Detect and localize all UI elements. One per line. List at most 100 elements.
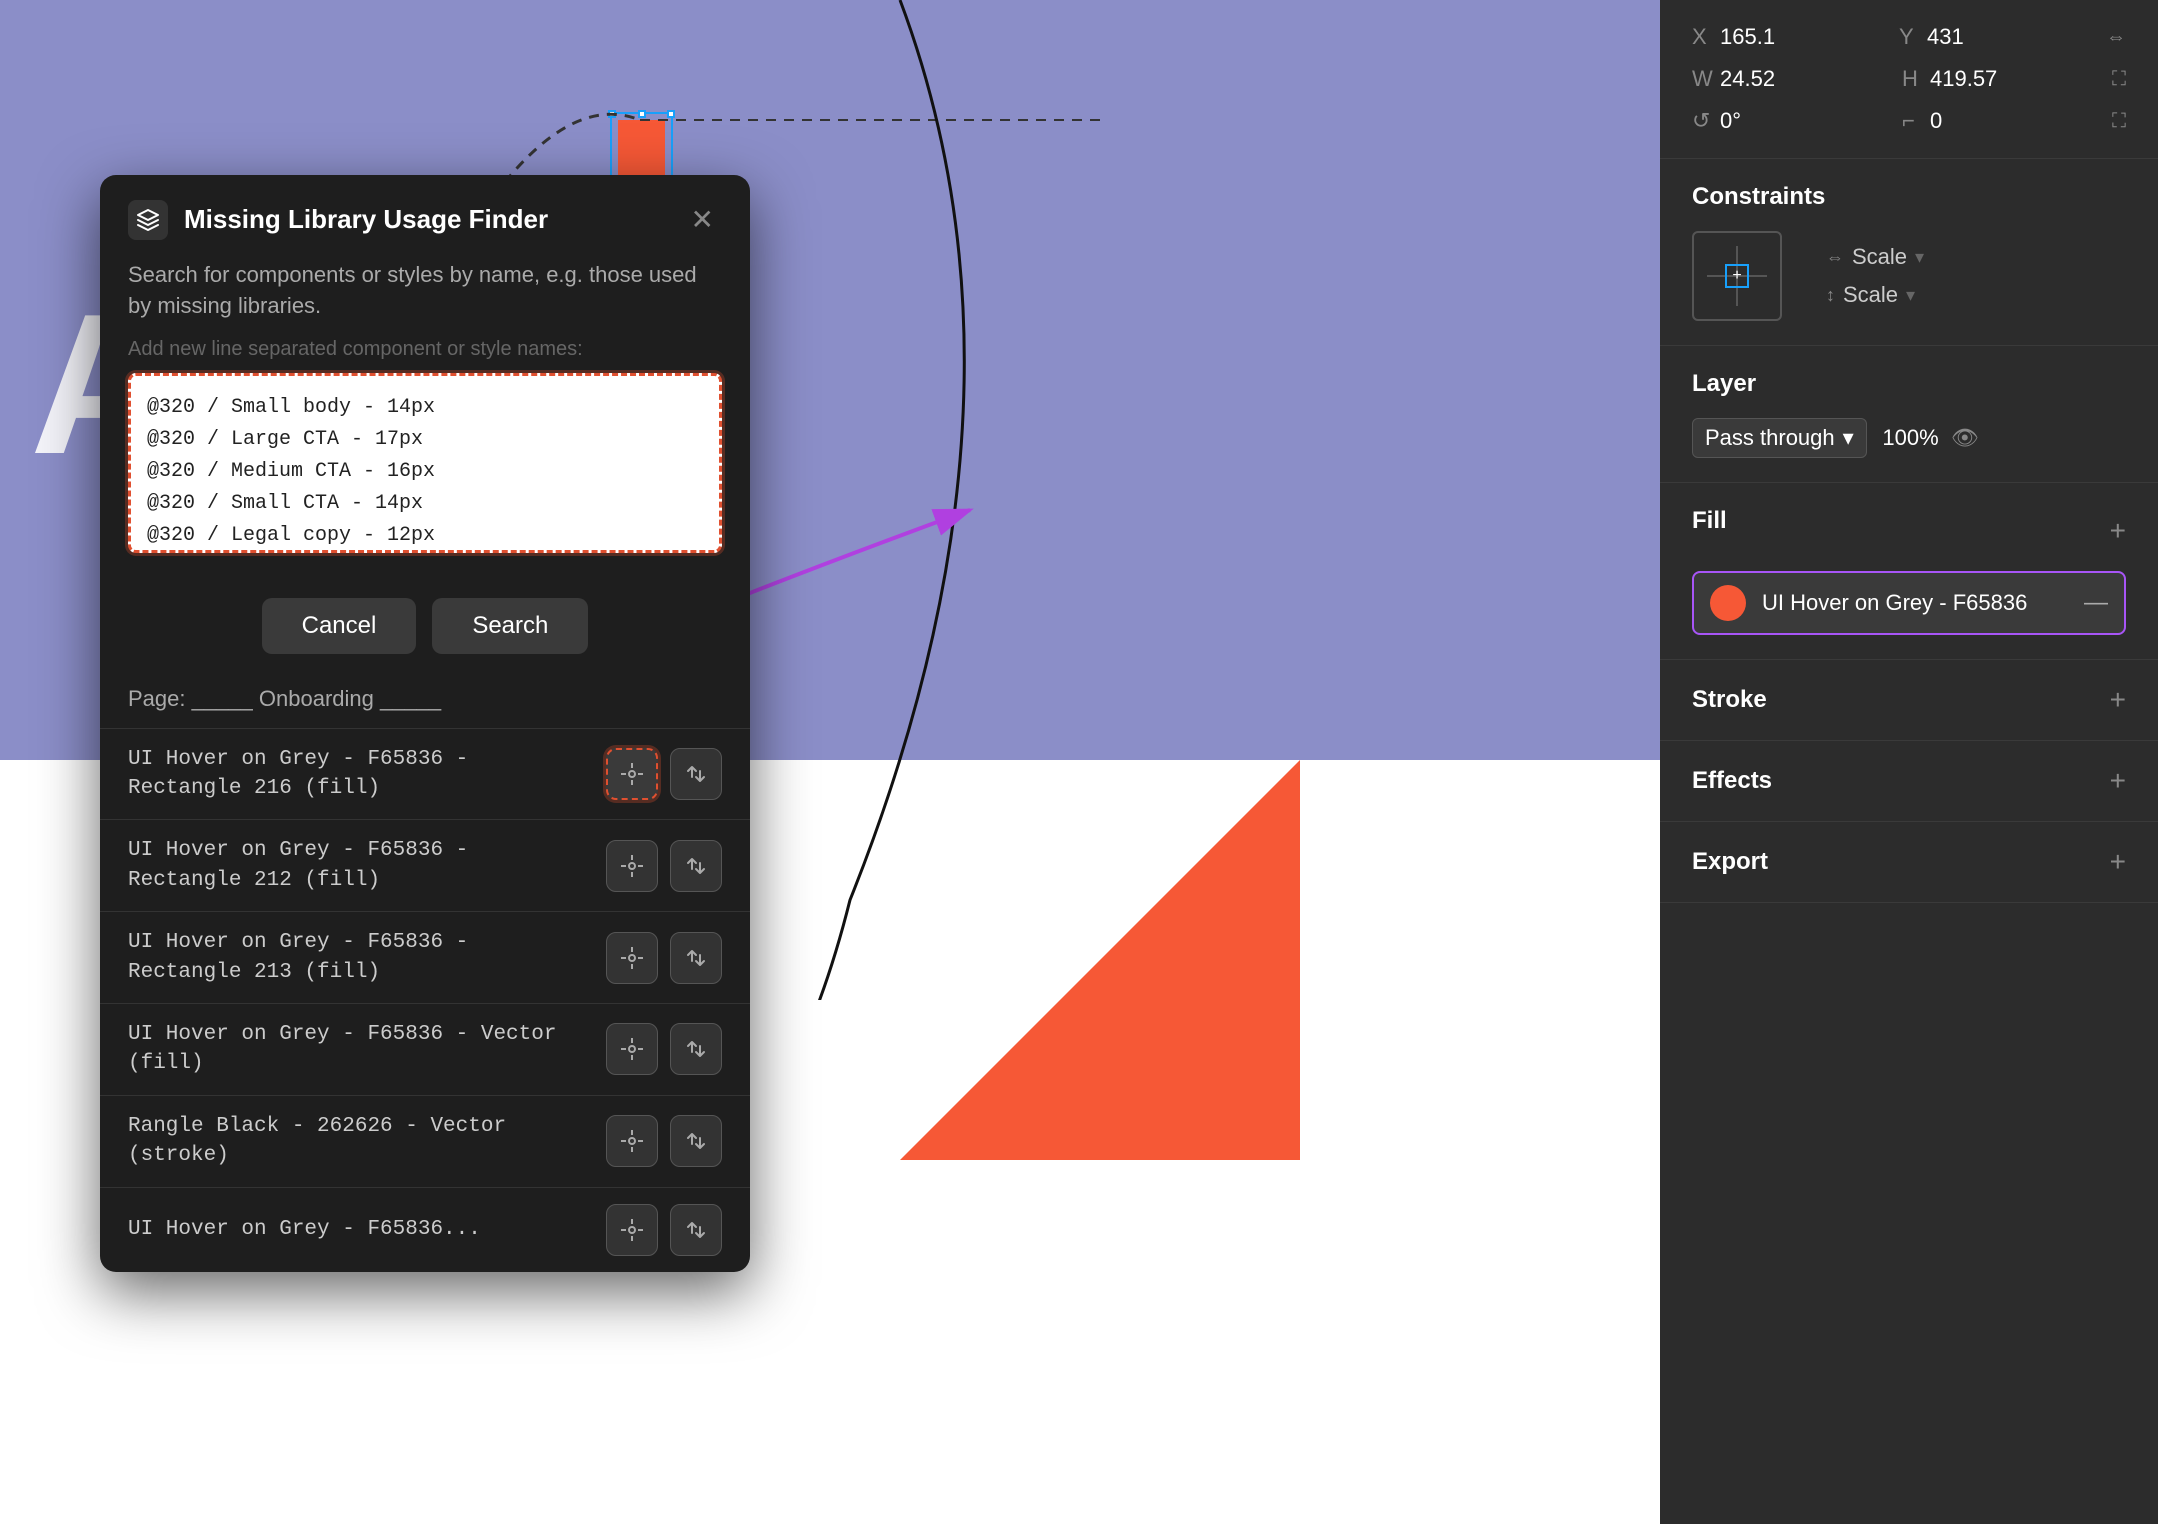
h-coord-group: H 419.57	[1902, 66, 2010, 92]
rotation-icon: ↺	[1692, 108, 1712, 134]
dialog-header: Missing Library Usage Finder ✕	[100, 175, 750, 260]
w-coord: W 24.52	[1692, 66, 1800, 92]
result-text-5: UI Hover on Grey - F65836...	[128, 1215, 594, 1244]
constraint-v-label[interactable]: Scale	[1843, 282, 1898, 308]
result-item-4: Rangle Black - 262626 - Vector(stroke)	[100, 1095, 750, 1187]
corner-coord: ⌐ 0	[1902, 108, 2010, 134]
focus-item-button-2[interactable]	[606, 932, 658, 984]
constraint-h-icon: ⇔	[1826, 247, 1844, 268]
dialog-hint: Add new line separated component or styl…	[128, 338, 722, 361]
result-text-1: UI Hover on Grey - F65836 -Rectangle 212…	[128, 836, 594, 895]
dialog-description: Search for components or styles by name,…	[128, 260, 722, 322]
constraints-section: Constraints + ⇔ Scale ▾ ↕	[1660, 159, 2158, 346]
dialog-buttons: Cancel Search	[100, 578, 750, 674]
right-panel: X 165.1 Y 431 ⇔ W 24.52 H	[1660, 0, 2158, 1524]
results-page-label: Page: _____ Onboarding _____	[128, 686, 441, 711]
fill-name-label: UI Hover on Grey - F65836	[1762, 590, 2068, 616]
h-coord: H 419.57	[1902, 66, 2010, 92]
constraint-h-label[interactable]: Scale	[1852, 244, 1907, 270]
corner-icon: ⌐	[1902, 108, 1922, 134]
result-item-0: UI Hover on Grey - F65836 -Rectangle 216…	[100, 728, 750, 820]
wh-row: W 24.52 H 419.57 ⛶	[1692, 66, 2126, 92]
constraint-v-chevron[interactable]: ▾	[1906, 285, 1915, 306]
fill-color-swatch[interactable]	[1710, 585, 1746, 621]
result-text-4: Rangle Black - 262626 - Vector(stroke)	[128, 1112, 594, 1171]
constraints-options: ⇔ Scale ▾ ↕ Scale ▾	[1826, 244, 1924, 308]
effects-section-header: Effects +	[1660, 741, 2158, 822]
swap-item-button-4[interactable]	[670, 1115, 722, 1167]
swap-item-button-2[interactable]	[670, 932, 722, 984]
orange-triangle	[900, 760, 1300, 1160]
position-section: X 165.1 Y 431 ⇔ W 24.52 H	[1660, 0, 2158, 159]
constraint-v-option: ↕ Scale ▾	[1826, 282, 1924, 308]
result-text-3: UI Hover on Grey - F65836 - Vector(fill)	[128, 1020, 594, 1079]
add-effect-button[interactable]: +	[2110, 765, 2126, 797]
fill-item-highlighted[interactable]: UI Hover on Grey - F65836 —	[1692, 571, 2126, 635]
rotation-row: ↺ 0° ⌐ 0 ⛶	[1692, 108, 2126, 134]
focus-item-button-0[interactable]	[606, 748, 658, 800]
swap-item-button-5[interactable]	[670, 1204, 722, 1256]
selection-handle-tl[interactable]	[608, 110, 616, 118]
selection-handle-tr[interactable]	[667, 110, 675, 118]
export-title: Export	[1692, 848, 1768, 876]
rotation-coord: ↺ 0°	[1692, 108, 1800, 134]
focus-item-button-4[interactable]	[606, 1115, 658, 1167]
fill-section: Fill + UI Hover on Grey - F65836 —	[1660, 483, 2158, 660]
focus-item-button-1[interactable]	[606, 840, 658, 892]
result-text-0: UI Hover on Grey - F65836 -Rectangle 216…	[128, 745, 594, 804]
visibility-toggle-icon[interactable]: 👁	[1951, 425, 1979, 451]
y-value[interactable]: 431	[1927, 24, 2007, 50]
blend-mode-select[interactable]: Pass through ▾	[1692, 418, 1867, 458]
result-item-1: UI Hover on Grey - F65836 -Rectangle 212…	[100, 819, 750, 911]
lock-proportions-icon[interactable]: ⛶	[2112, 68, 2126, 91]
h-label: H	[1902, 66, 1922, 92]
fill-title: Fill	[1692, 507, 1727, 535]
resize-proportional-icon[interactable]: ⇔	[2106, 26, 2126, 49]
h-value[interactable]: 419.57	[1930, 66, 2010, 92]
stroke-title: Stroke	[1692, 686, 1767, 714]
w-label: W	[1692, 66, 1712, 92]
dialog-logo-icon	[128, 200, 168, 240]
add-export-button[interactable]: +	[2110, 846, 2126, 878]
opacity-value[interactable]: 100%	[1879, 425, 1939, 451]
focus-item-button-3[interactable]	[606, 1023, 658, 1075]
constraints-diagram: +	[1692, 231, 1782, 321]
fullscreen-icon[interactable]: ⛶	[2112, 110, 2126, 133]
constraints-title: Constraints	[1692, 183, 2126, 211]
blend-mode-label: Pass through	[1705, 425, 1835, 451]
xy-row: X 165.1 Y 431 ⇔	[1692, 24, 2126, 50]
remove-fill-button[interactable]: —	[2084, 589, 2108, 617]
w-coord-group: W 24.52	[1692, 66, 1800, 92]
search-button[interactable]: Search	[432, 598, 588, 654]
swap-item-button-3[interactable]	[670, 1023, 722, 1075]
y-coord: Y 431	[1899, 24, 2007, 50]
x-coord: X 165.1	[1692, 24, 1800, 50]
w-value[interactable]: 24.52	[1720, 66, 1800, 92]
add-fill-button[interactable]: +	[2110, 515, 2126, 547]
x-value[interactable]: 165.1	[1720, 24, 1800, 50]
add-stroke-button[interactable]: +	[2110, 684, 2126, 716]
x-label: X	[1692, 24, 1712, 50]
corner-value[interactable]: 0	[1930, 108, 2010, 134]
x-coord-group: X 165.1	[1692, 24, 1800, 50]
constraint-h-chevron[interactable]: ▾	[1915, 247, 1924, 268]
constraint-h-option: ⇔ Scale ▾	[1826, 244, 1924, 270]
dialog-close-button[interactable]: ✕	[683, 199, 722, 240]
result-item-3: UI Hover on Grey - F65836 - Vector(fill)	[100, 1003, 750, 1095]
swap-item-button-1[interactable]	[670, 840, 722, 892]
layer-title: Layer	[1692, 370, 2126, 398]
dialog-title: Missing Library Usage Finder	[184, 204, 667, 235]
cancel-button[interactable]: Cancel	[262, 598, 417, 654]
export-section-header: Export +	[1660, 822, 2158, 903]
constraint-v-icon: ↕	[1826, 285, 1835, 306]
blend-mode-chevron: ▾	[1843, 425, 1854, 451]
component-names-input[interactable]: @320 / Small body - 14px @320 / Large CT…	[128, 373, 722, 553]
stroke-section-header: Stroke +	[1660, 660, 2158, 741]
y-coord-group: Y 431	[1899, 24, 2007, 50]
layer-row: Pass through ▾ 100% 👁	[1692, 418, 2126, 458]
rotation-value[interactable]: 0°	[1720, 108, 1800, 134]
swap-item-button-0[interactable]	[670, 748, 722, 800]
selection-handle-tc[interactable]	[638, 110, 646, 118]
effects-title: Effects	[1692, 767, 1772, 795]
focus-item-button-5[interactable]	[606, 1204, 658, 1256]
